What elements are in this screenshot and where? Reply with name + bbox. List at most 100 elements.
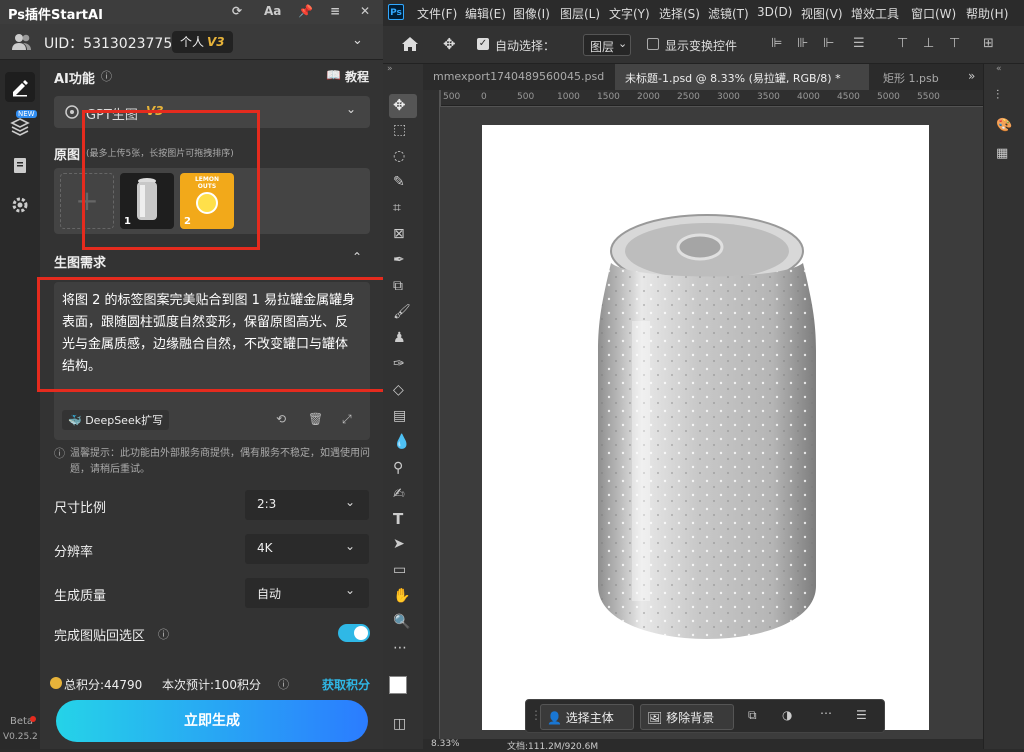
tabs-overflow-icon[interactable]: »: [968, 69, 975, 83]
zoom-level[interactable]: 8.33%: [431, 739, 460, 749]
quick-select-icon[interactable]: ✎: [393, 174, 413, 194]
distribute-icon[interactable]: ☰: [853, 36, 865, 51]
menu-window[interactable]: 窗口(W): [911, 5, 956, 22]
pin-icon[interactable]: 📌: [298, 4, 313, 18]
remove-background-button[interactable]: 🖼 移除背景: [640, 704, 734, 730]
paste-back-toggle[interactable]: [338, 624, 370, 642]
canvas-area[interactable]: [440, 107, 983, 739]
properties-icon[interactable]: ⫶: [996, 88, 999, 103]
path-select-icon[interactable]: ➤: [393, 536, 413, 556]
menu-edit[interactable]: 编辑(E): [465, 5, 506, 22]
history-brush-icon[interactable]: ✑: [393, 356, 413, 376]
blur-tool-icon[interactable]: 💧: [393, 434, 413, 454]
eraser-tool-icon[interactable]: ◇: [393, 382, 413, 402]
align-middle-icon[interactable]: ⊥: [923, 36, 934, 51]
frame-tool-icon[interactable]: ⊠: [393, 226, 413, 246]
marquee-tool-icon[interactable]: ⬚: [393, 122, 413, 142]
align-center-icon[interactable]: ⊪: [797, 36, 808, 51]
lasso-tool-icon[interactable]: ◌: [393, 148, 413, 168]
refresh-icon[interactable]: ⟳: [232, 4, 242, 18]
type-tool-icon[interactable]: T: [393, 510, 413, 530]
menu-filter[interactable]: 滤镜(T): [708, 5, 749, 22]
settings-sliders-icon[interactable]: ☰: [856, 708, 867, 722]
foreground-color-swatch[interactable]: [389, 676, 407, 694]
ratio-select[interactable]: 2:3 ⌄: [245, 490, 369, 520]
move-tool-icon[interactable]: ✥: [443, 35, 456, 53]
ruler-tick: 500: [443, 92, 461, 102]
ruler-tick: 3000: [717, 92, 740, 102]
zoom-tool-icon[interactable]: 🔍: [393, 614, 413, 634]
settings-icon[interactable]: [10, 195, 30, 215]
ruler-tick: 5000: [877, 92, 900, 102]
tutorial-link[interactable]: 教程: [345, 68, 369, 85]
history-icon[interactable]: ⟲: [276, 412, 286, 426]
menu-help[interactable]: 帮助(H): [966, 5, 1008, 22]
menu-view[interactable]: 视图(V): [801, 5, 843, 22]
font-size-icon[interactable]: Aa: [264, 4, 281, 18]
collapse-icon[interactable]: »: [387, 64, 393, 74]
auto-select-checkbox[interactable]: ✓: [477, 38, 489, 50]
clipboard-icon[interactable]: [10, 155, 30, 175]
home-icon[interactable]: [401, 36, 419, 52]
credits-bar: 总积分:44790 本次预计:100积分 ⓘ 获取积分: [50, 676, 375, 696]
info-icon[interactable]: ⓘ: [158, 626, 169, 642]
quality-select[interactable]: 自动 ⌄: [245, 578, 369, 608]
move-tool-icon[interactable]: ✥: [393, 96, 413, 116]
vertical-ruler: [423, 90, 439, 740]
adjust-icon[interactable]: ◑: [782, 708, 792, 722]
info-icon[interactable]: ⓘ: [278, 676, 289, 692]
align-right-icon[interactable]: ⊩: [823, 36, 834, 51]
chevron-down-icon[interactable]: ⌄: [352, 33, 363, 48]
get-credits-link[interactable]: 获取积分: [322, 676, 370, 693]
menu-layer[interactable]: 图层(L): [560, 5, 600, 22]
rectangle-tool-icon[interactable]: ▭: [393, 562, 413, 582]
menu-image[interactable]: 图像(I): [513, 5, 550, 22]
menu-select[interactable]: 选择(S): [659, 5, 700, 22]
menu-plugins[interactable]: 增效工具: [851, 5, 899, 22]
layers-icon[interactable]: [10, 117, 30, 137]
document-canvas[interactable]: [482, 125, 929, 730]
align-bottom-icon[interactable]: ⊤: [949, 36, 960, 51]
deepseek-expand-button[interactable]: 🐳 DeepSeek扩写: [62, 410, 170, 430]
healing-brush-icon[interactable]: ⧉: [393, 278, 413, 298]
close-icon[interactable]: ✕: [360, 4, 370, 18]
distribute-vertical-icon[interactable]: ⊞: [983, 36, 994, 51]
brush-tool-icon[interactable]: 🖌: [393, 304, 413, 324]
menu-type[interactable]: 文字(Y): [609, 5, 650, 22]
more-icon[interactable]: ⋯: [820, 706, 832, 720]
align-left-icon[interactable]: ⊫: [771, 36, 782, 51]
collapse-icon[interactable]: «: [996, 64, 1002, 74]
align-top-icon[interactable]: ⊤: [897, 36, 908, 51]
hand-tool-icon[interactable]: ✋: [393, 588, 413, 608]
info-icon[interactable]: ⓘ: [101, 68, 112, 84]
crop-tool-icon[interactable]: ⌗: [393, 200, 413, 220]
chevron-up-icon[interactable]: ⌃: [352, 250, 362, 264]
book-icon[interactable]: 📖: [326, 68, 341, 82]
grid-icon[interactable]: ▦: [996, 146, 1008, 161]
stamp-tool-icon[interactable]: ♟: [393, 330, 413, 350]
tab-rectangle[interactable]: 矩形 1.psb: [873, 64, 963, 90]
tab-untitled[interactable]: 未标题-1.psd @ 8.33% (易拉罐, RGB/8) *: [615, 64, 869, 90]
eyedropper-icon[interactable]: ✒: [393, 252, 413, 272]
tab-mmexport[interactable]: mmexport1740489560045.psd: [423, 64, 613, 90]
pen-tool-icon[interactable]: ✍: [393, 486, 413, 506]
menu-icon[interactable]: ≡: [330, 4, 340, 18]
quick-mask-icon[interactable]: ◫: [393, 716, 413, 736]
expand-icon[interactable]: ⤢: [342, 412, 352, 427]
trash-icon[interactable]: 🗑: [308, 412, 323, 426]
show-transform-checkbox[interactable]: [647, 38, 659, 50]
menu-file[interactable]: 文件(F): [417, 5, 457, 22]
select-subject-button[interactable]: 👤 选择主体: [540, 704, 634, 730]
transform-icon[interactable]: ⧉: [748, 708, 757, 723]
color-palette-icon[interactable]: 🎨: [996, 118, 1012, 133]
menu-3d[interactable]: 3D(D): [757, 5, 792, 19]
dodge-tool-icon[interactable]: ⚲: [393, 460, 413, 480]
more-tools-icon[interactable]: ⋯: [393, 640, 413, 660]
image-icon: 🖼: [647, 711, 663, 725]
generate-button[interactable]: 立即生成: [56, 700, 368, 742]
layer-select[interactable]: 图层 ⌄: [583, 34, 631, 56]
edit-icon[interactable]: [10, 77, 30, 97]
ruler-tick: 3500: [757, 92, 780, 102]
gradient-tool-icon[interactable]: ▤: [393, 408, 413, 428]
resolution-select[interactable]: 4K ⌄: [245, 534, 369, 564]
